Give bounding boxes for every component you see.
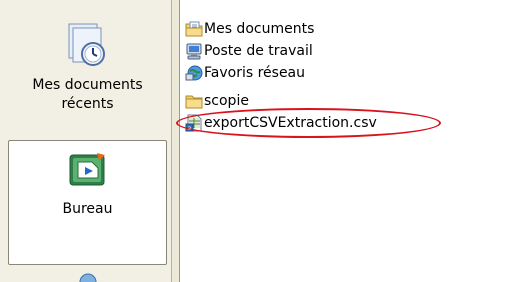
places-item-recent-documents[interactable]: Mes documents récents <box>8 22 167 132</box>
file-item-favoris-reseau[interactable]: Favoris réseau <box>185 62 515 84</box>
file-item-poste-de-travail[interactable]: Poste de travail <box>185 40 515 62</box>
file-item-scopie[interactable]: scopie <box>185 90 515 112</box>
file-item-mes-documents[interactable]: Mes documents <box>185 18 515 40</box>
file-item-name: Poste de travail <box>204 43 313 59</box>
places-item-label: Mes documents récents <box>32 77 143 112</box>
file-item-name: Favoris réseau <box>204 65 306 81</box>
network-places-icon <box>185 65 203 81</box>
file-list: Mes documents Poste de travail Favoris r… <box>176 18 515 138</box>
recent-documents-icon <box>68 23 105 66</box>
file-item-name: Mes documents <box>204 21 315 37</box>
csv-file-icon: a <box>185 114 202 132</box>
my-computer-icon <box>186 43 202 60</box>
file-item-exportcsvextraction[interactable]: a exportCSVExtraction.csv <box>176 108 515 138</box>
folder-icon <box>185 95 203 109</box>
svg-text:a: a <box>188 125 192 132</box>
places-bar: Mes documents récents Bureau <box>0 0 171 282</box>
network-icon <box>79 273 96 282</box>
places-item-desktop[interactable]: Bureau <box>8 140 167 265</box>
places-item-label: Bureau <box>62 201 113 217</box>
places-bar-border <box>171 0 180 282</box>
desktop-icon <box>69 153 105 186</box>
file-item-name: scopie <box>204 93 249 109</box>
places-item-partial[interactable] <box>8 272 167 282</box>
folder-documents-icon <box>185 21 203 37</box>
file-item-name: exportCSVExtraction.csv <box>204 115 377 131</box>
